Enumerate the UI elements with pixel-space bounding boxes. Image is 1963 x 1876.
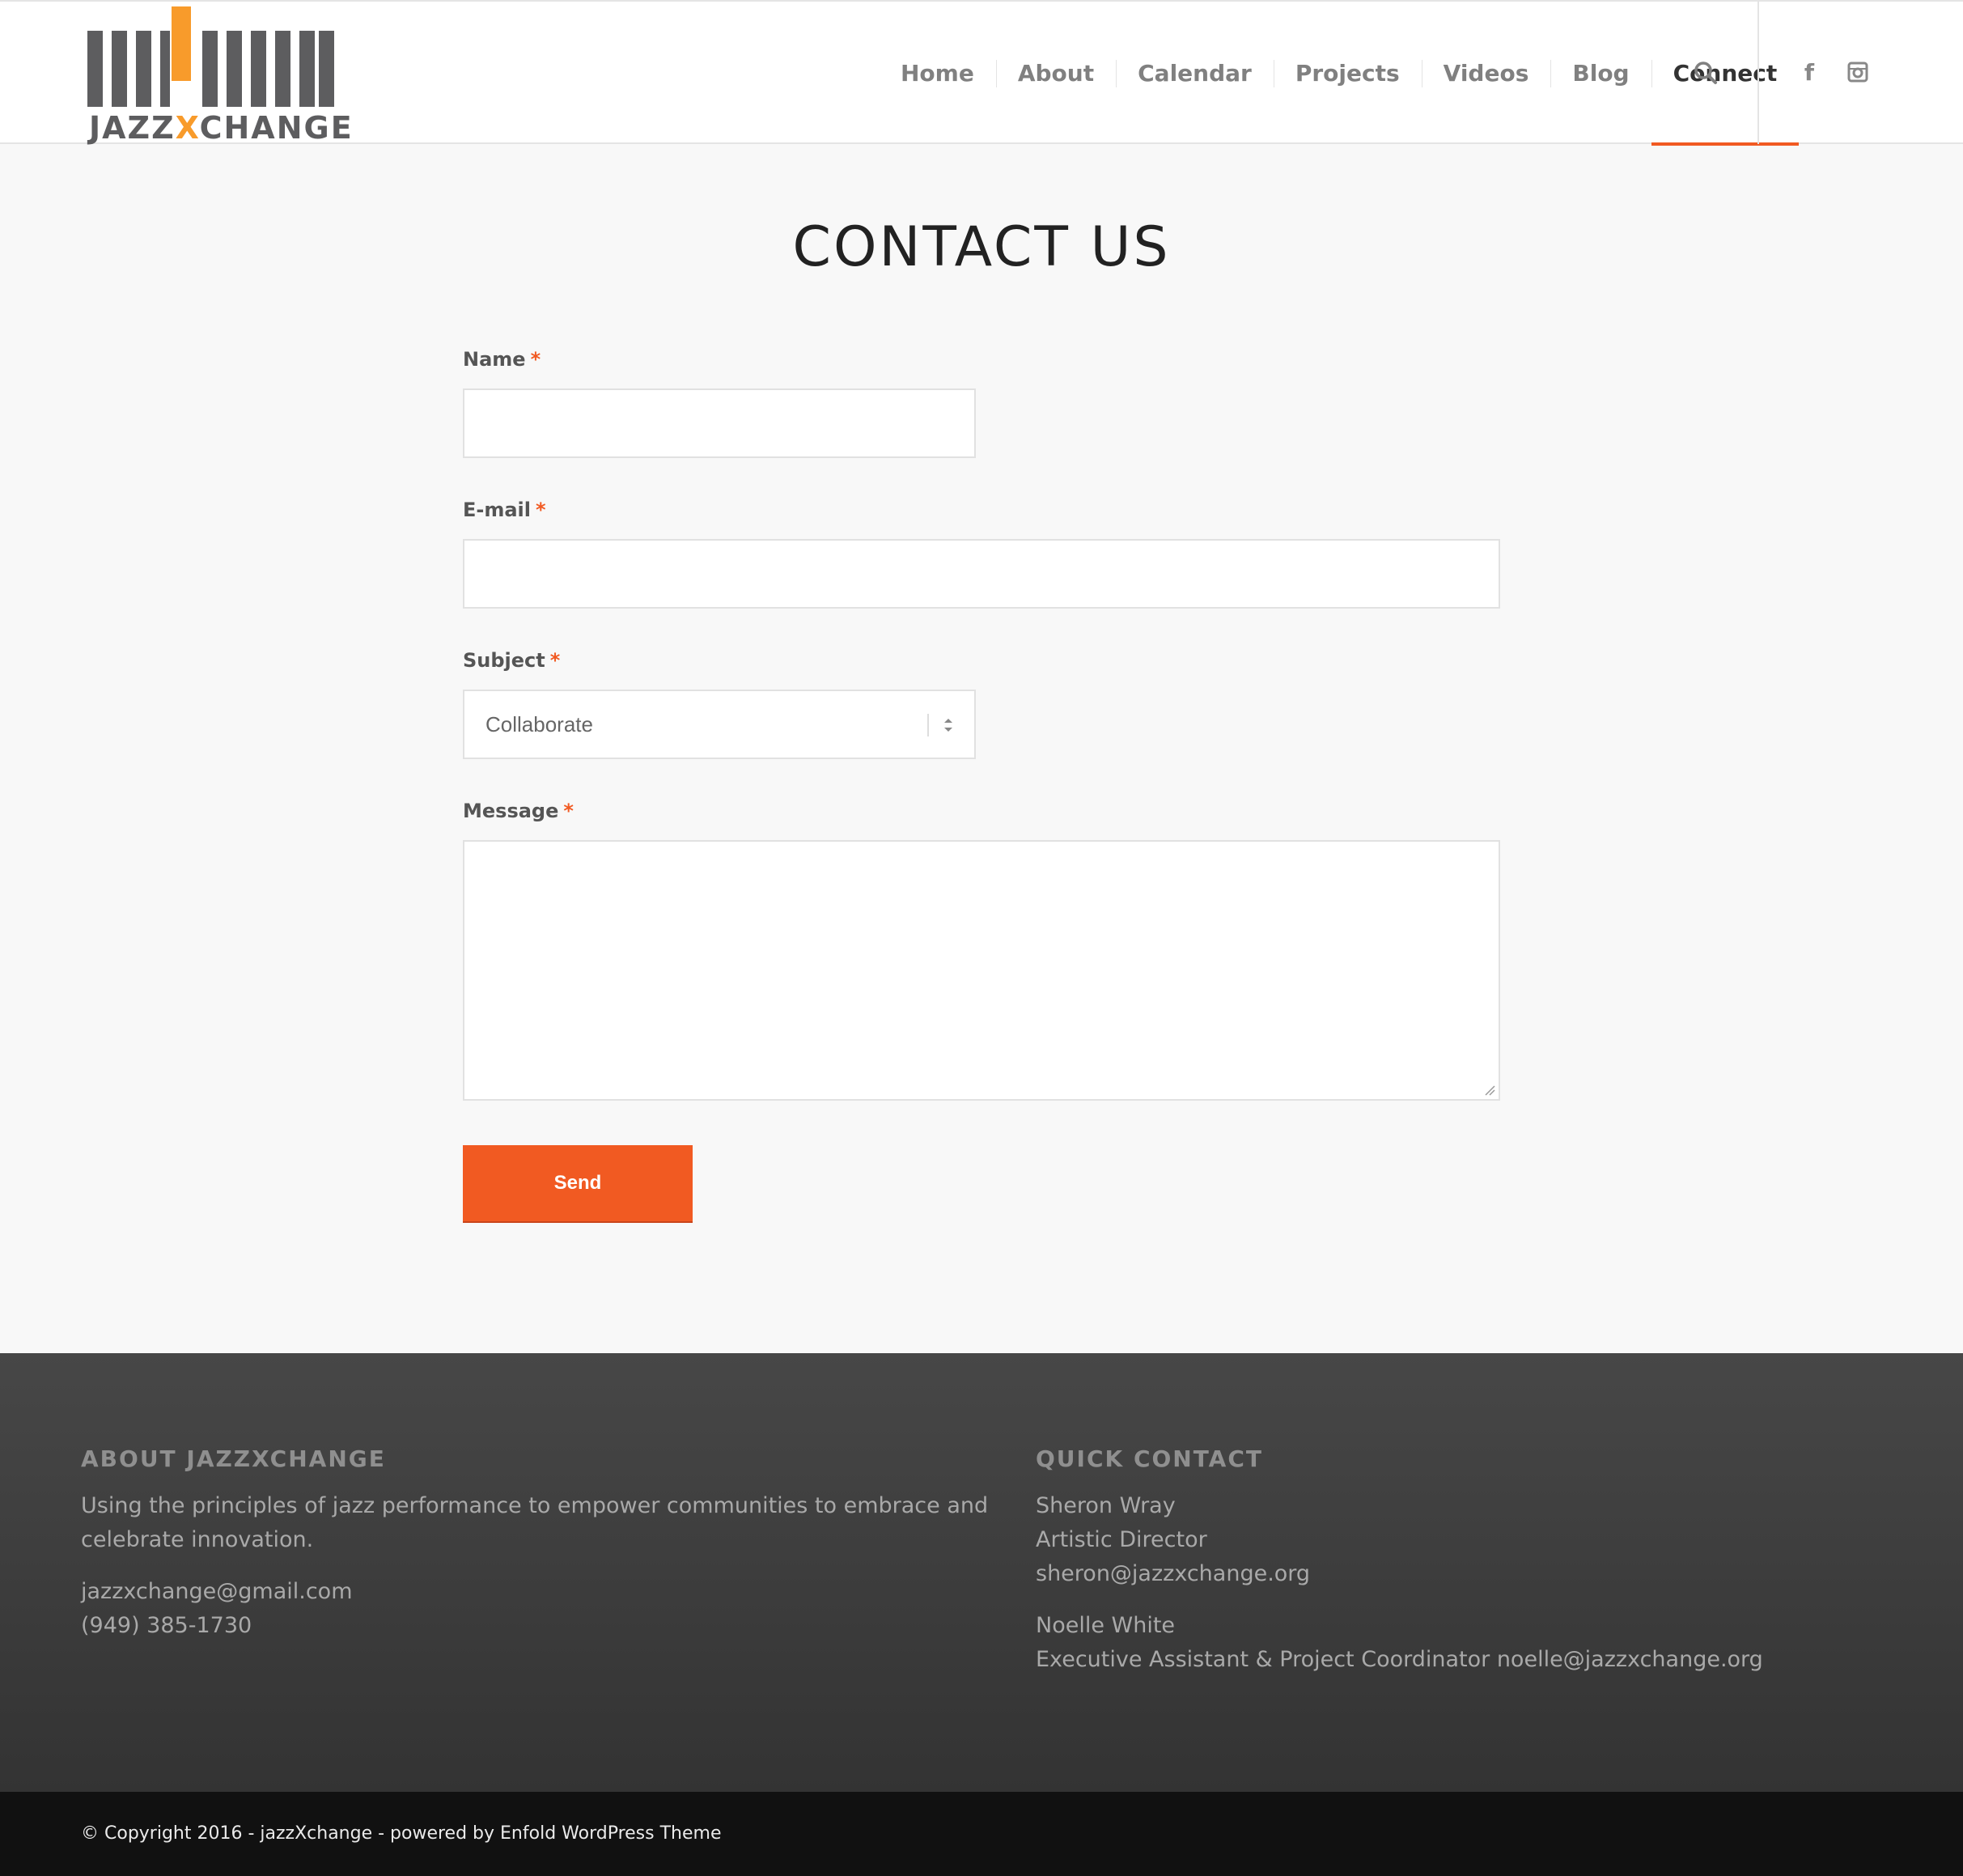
logo-bar [319, 31, 334, 107]
quick-contact-heading: QUICK CONTACT [1036, 1445, 1263, 1472]
nav-about[interactable]: About [995, 2, 1116, 144]
nav-connect[interactable]: Connect [1651, 2, 1800, 146]
about-heading: ABOUT JAZZXCHANGE [81, 1445, 386, 1472]
about-phone: (949) 385-1730 [81, 1613, 252, 1638]
logo-bar [227, 31, 242, 107]
facebook-icon[interactable]: f [1796, 58, 1823, 86]
nav-blog[interactable]: Blog [1550, 2, 1651, 144]
send-button[interactable]: Send [463, 1145, 693, 1223]
nav-home[interactable]: Home [879, 2, 996, 144]
copyright-bar: © Copyright 2016 - jazzXchange - powered… [0, 1792, 1963, 1876]
about-text-line2: celebrate innovation. [81, 1527, 314, 1552]
name-field[interactable] [463, 388, 976, 458]
logo-bar-orange [172, 6, 191, 81]
contact1-name: Sheron Wray [1036, 1493, 1176, 1518]
footer: ABOUT JAZZXCHANGE Using the principles o… [0, 1353, 1963, 1792]
nav-projects[interactable]: Projects [1273, 2, 1422, 144]
logo-bar [87, 31, 103, 107]
subject-label: Subject * [463, 649, 561, 672]
page-title: CONTACT US [792, 215, 1171, 279]
nav-videos[interactable]: Videos [1421, 2, 1551, 144]
logo-wordmark: JAZZXCHANGE [89, 110, 354, 146]
header-divider [1757, 2, 1759, 144]
subject-select[interactable]: Collaborate [463, 690, 976, 759]
select-separator [927, 714, 929, 736]
logo-bar [136, 31, 151, 107]
about-email[interactable]: jazzxchange@gmail.com [81, 1575, 353, 1609]
copyright-text: © Copyright 2016 - jazzXchange - powered… [81, 1823, 722, 1844]
jazzxchange-logo[interactable]: JAZZXCHANGE [87, 6, 354, 146]
logo-bar [202, 31, 218, 107]
logo-bar [112, 31, 127, 107]
site-header: JAZZXCHANGE Home About Calendar Projects… [0, 0, 1963, 146]
contact2-role-email[interactable]: Executive Assistant & Project Coordinato… [1036, 1643, 1763, 1677]
select-arrows-icon [944, 719, 952, 732]
logo-bar [160, 31, 170, 107]
email-field[interactable] [463, 539, 1500, 609]
search-icon[interactable] [1693, 60, 1719, 86]
contact2-name: Noelle White [1036, 1613, 1176, 1638]
message-textarea[interactable] [463, 840, 1500, 1101]
logo-bar [275, 31, 290, 107]
instagram-icon[interactable] [1844, 58, 1872, 86]
about-text-line1: Using the principles of jazz performance… [81, 1493, 989, 1518]
nav-calendar[interactable]: Calendar [1116, 2, 1274, 144]
logo-bar [299, 31, 315, 107]
message-label: Message * [463, 800, 574, 822]
contact1-email[interactable]: sheron@jazzxchange.org [1036, 1557, 1310, 1591]
subject-selected-value: Collaborate [485, 712, 593, 736]
email-label: E-mail * [463, 499, 546, 521]
contact1-role: Artistic Director [1036, 1527, 1207, 1552]
resize-grip-icon[interactable] [1482, 1083, 1495, 1096]
name-label: Name * [463, 348, 541, 371]
main-nav: Home About Calendar Projects Videos Blog… [879, 2, 1800, 146]
logo-bar [251, 31, 266, 107]
